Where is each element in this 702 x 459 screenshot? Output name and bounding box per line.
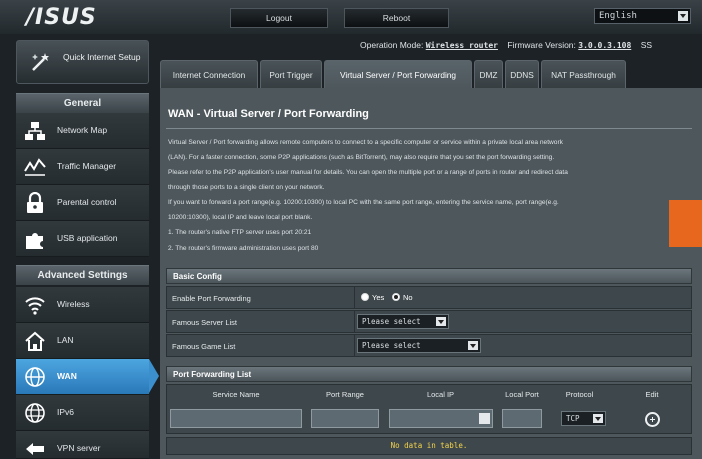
column-protocol: Protocol	[565, 390, 594, 399]
traffic-manager-icon	[24, 158, 46, 176]
famous-game-label: Famous Game List	[172, 342, 236, 351]
globe-icon	[25, 367, 45, 387]
asus-logo: /ISUS	[26, 5, 97, 30]
enable-yes-radio[interactable]	[361, 293, 369, 301]
title-divider	[166, 128, 692, 129]
sidebar-item-wan[interactable]: WAN	[16, 359, 149, 395]
language-value: English	[599, 11, 637, 21]
column-local-ip: Local IP	[426, 390, 455, 399]
firmware-version-link[interactable]: 3.0.0.3.108	[578, 41, 631, 50]
orange-marker	[669, 200, 702, 247]
globe-ipv6-icon	[25, 403, 45, 423]
enable-port-forwarding-label: Enable Port Forwarding	[172, 294, 251, 303]
add-icon[interactable]	[645, 412, 660, 427]
lock-icon	[27, 192, 43, 213]
sidebar-item-traffic-manager[interactable]: Traffic Manager	[16, 149, 149, 185]
active-indicator	[149, 359, 159, 393]
sidebar-item-label: IPv6	[57, 407, 75, 417]
famous-server-row: Famous Server List Please select	[166, 310, 692, 333]
empty-table-message: No data in table.	[166, 437, 692, 455]
description-line: If you want to forward a port range(e.g.…	[168, 199, 559, 206]
basic-config-heading: Basic Config	[166, 268, 692, 284]
description-line: through those ports to a single client o…	[168, 184, 325, 191]
vpn-icon	[26, 443, 44, 455]
operation-mode-link[interactable]: Wireless router	[426, 41, 498, 50]
sidebar-item-label: LAN	[57, 335, 74, 345]
protocol-value: TCP	[566, 414, 580, 423]
page-title: WAN - Virtual Server / Port Forwarding	[168, 108, 369, 120]
column-local-port: Local Port	[505, 390, 539, 399]
sidebar-item-label: VPN server	[57, 443, 101, 453]
description-line: 10200:10300), local IP and leave local p…	[168, 214, 313, 221]
tab-port-trigger[interactable]: Port Trigger	[260, 60, 322, 88]
no-label: No	[403, 293, 413, 302]
sidebar-item-network-map[interactable]: Network Map	[16, 113, 149, 149]
sidebar-item-label: Parental control	[57, 197, 117, 207]
famous-game-select[interactable]: Please select	[357, 338, 481, 353]
protocol-select[interactable]: TCP	[561, 411, 606, 426]
puzzle-icon	[26, 233, 43, 249]
status-line: Operation Mode: Wireless router Firmware…	[360, 40, 652, 50]
general-heading: General	[16, 93, 149, 113]
description-line: 2. The router's firmware administration …	[168, 245, 319, 252]
quick-internet-setup-button[interactable]: Quick Internet Setup	[16, 40, 149, 84]
famous-server-label: Famous Server List	[172, 318, 238, 327]
famous-game-value: Please select	[362, 341, 421, 350]
sidebar-item-label: Traffic Manager	[57, 161, 117, 171]
tab-internet-connection[interactable]: Internet Connection	[160, 60, 258, 88]
sidebar-item-label: WAN	[57, 371, 77, 381]
description-line: 1. The router's native FTP server uses p…	[168, 229, 312, 236]
column-service-name: Service Name	[212, 390, 260, 399]
description-line: (LAN). For a faster connection, some P2P…	[168, 154, 555, 161]
tab-ddns[interactable]: DDNS	[505, 60, 539, 88]
status-trailing: SS	[640, 40, 653, 50]
tab-dmz[interactable]: DMZ	[474, 60, 503, 88]
sidebar-item-label: USB application	[57, 233, 118, 243]
network-map-icon	[25, 122, 45, 140]
enable-no-radio[interactable]	[392, 293, 400, 301]
chevron-down-icon	[436, 317, 446, 326]
famous-game-row: Famous Game List Please select	[166, 334, 692, 357]
famous-server-select[interactable]: Please select	[357, 314, 449, 329]
wifi-icon	[25, 297, 45, 315]
advanced-settings-heading: Advanced Settings	[16, 265, 149, 285]
service-name-input[interactable]	[170, 409, 302, 428]
local-ip-input[interactable]	[389, 409, 493, 428]
description-line: Virtual Server / Port forwarding allows …	[168, 139, 563, 146]
reboot-button[interactable]: Reboot	[344, 8, 449, 28]
operation-mode-label: Operation Mode:	[360, 40, 424, 50]
port-forwarding-list-heading: Port Forwarding List	[166, 366, 692, 382]
tab-nat-passthrough[interactable]: NAT Passthrough	[541, 60, 626, 88]
magic-wand-icon	[32, 53, 49, 71]
quick-setup-label: Quick Internet Setup	[63, 52, 141, 62]
chevron-down-icon[interactable]	[479, 413, 490, 424]
chevron-down-icon	[593, 414, 603, 423]
sidebar-item-wireless[interactable]: Wireless	[16, 287, 149, 323]
sidebar-item-parental-control[interactable]: Parental control	[16, 185, 149, 221]
sidebar-item-lan[interactable]: LAN	[16, 323, 149, 359]
description-line: Please refer to the P2P application's us…	[168, 169, 568, 176]
sidebar-item-vpn-server[interactable]: VPN server	[16, 431, 149, 459]
column-edit: Edit	[645, 390, 659, 399]
firmware-label: Firmware Version:	[507, 40, 576, 50]
sidebar-item-usb-application[interactable]: USB application	[16, 221, 149, 257]
language-select[interactable]: English	[594, 8, 691, 24]
home-icon	[25, 331, 45, 351]
famous-server-value: Please select	[362, 317, 421, 326]
chevron-down-icon	[468, 341, 478, 350]
port-range-input[interactable]	[311, 409, 379, 428]
sidebar-item-ipv6[interactable]: IPv6	[16, 395, 149, 431]
column-port-range: Port Range	[326, 390, 364, 399]
sidebar-item-label: Wireless	[57, 299, 90, 309]
enable-port-forwarding-row: Enable Port Forwarding Yes No	[166, 286, 692, 309]
logout-button[interactable]: Logout	[230, 8, 328, 28]
chevron-down-icon	[678, 11, 688, 21]
sidebar-item-label: Network Map	[57, 125, 108, 135]
yes-label: Yes	[372, 293, 385, 302]
tab-virtual-server[interactable]: Virtual Server / Port Forwarding	[324, 60, 472, 88]
local-port-input[interactable]	[502, 409, 542, 428]
